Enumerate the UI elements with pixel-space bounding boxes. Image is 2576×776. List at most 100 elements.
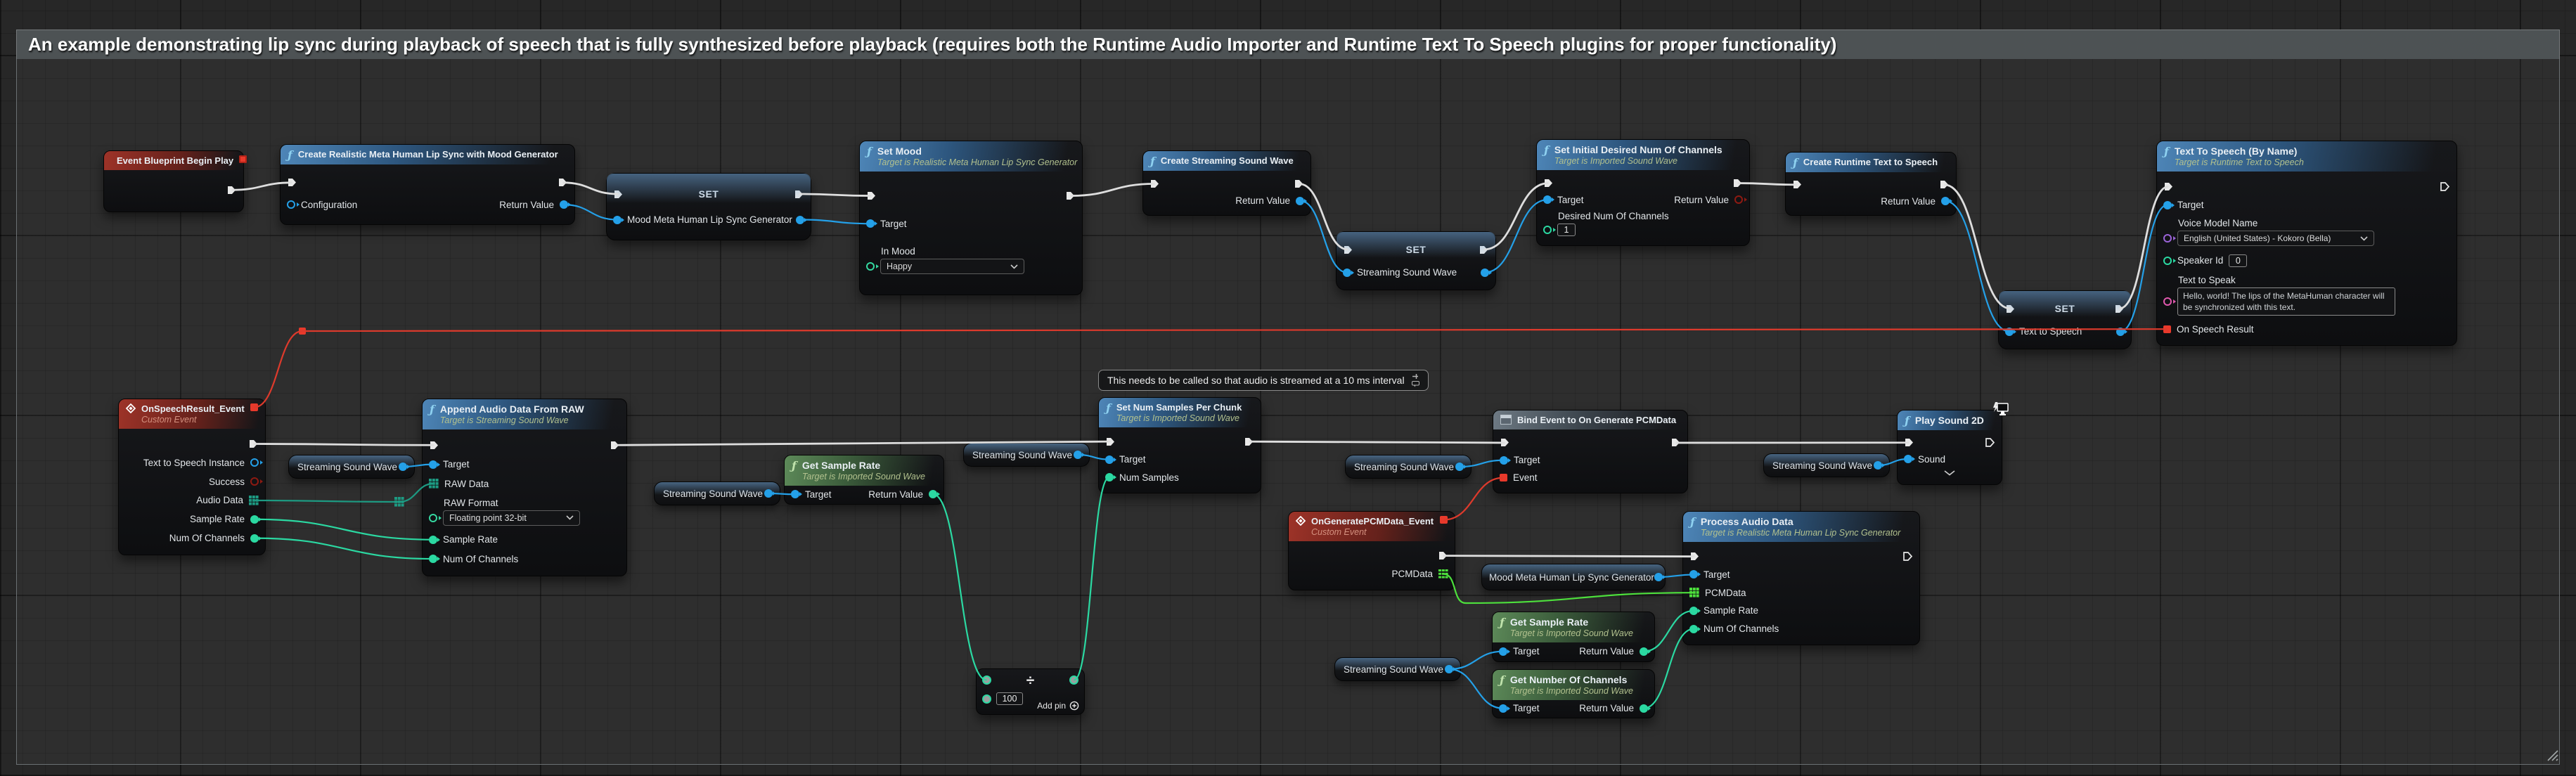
node-set-streaming-sound-wave-variable[interactable]: SET Streaming Sound Wave <box>1336 231 1496 290</box>
node-expander[interactable] <box>1898 470 2002 476</box>
exec-in-pin[interactable] <box>613 189 624 200</box>
node-get-number-of-channels[interactable]: ƒ Get Number Of Channels Target is Impor… <box>1492 669 1655 718</box>
exec-out-pin[interactable] <box>1479 245 1489 255</box>
divide-input-b-pin[interactable] <box>982 694 991 704</box>
variable-out-pin[interactable] <box>1445 665 1453 673</box>
variable-out-pin[interactable] <box>796 216 804 224</box>
comment-resize-handle[interactable] <box>2545 748 2559 762</box>
num-channels-pin[interactable] <box>250 534 259 543</box>
event-delegate-pin[interactable] <box>1440 516 1448 524</box>
configuration-pin[interactable] <box>287 200 295 209</box>
return-value-pin[interactable] <box>929 490 937 498</box>
blueprint-graph-canvas[interactable]: { "graph_comment": "An example demonstra… <box>0 0 2576 776</box>
pcmdata-array-pin[interactable] <box>1438 569 1448 579</box>
exec-out-pin[interactable] <box>558 177 568 188</box>
exec-in-pin[interactable] <box>287 177 297 188</box>
sample-rate-pin[interactable] <box>250 515 259 524</box>
speaker-id-value[interactable]: 0 <box>2229 254 2247 267</box>
target-pin[interactable] <box>429 460 437 469</box>
desired-num-channels-pin[interactable] <box>1543 226 1552 234</box>
exec-in-pin[interactable] <box>1500 437 1510 448</box>
getter-streaming-sound-wave[interactable]: Streaming Sound Wave <box>1763 453 1890 477</box>
exec-out-pin[interactable] <box>1244 436 1254 447</box>
reroute-node-delegate[interactable] <box>299 328 306 335</box>
variable-out-pin[interactable] <box>1074 451 1082 459</box>
exec-in-pin[interactable] <box>1343 245 1353 255</box>
return-value-pin[interactable] <box>1941 197 1950 205</box>
node-divide-operator[interactable]: 100 ÷ Add pin <box>976 668 1085 715</box>
divide-input-a-pin[interactable] <box>982 675 991 685</box>
exec-out-pin[interactable] <box>1985 437 1995 448</box>
raw-data-array-pin[interactable] <box>429 479 439 489</box>
variable-out-pin[interactable] <box>2116 328 2125 336</box>
sample-rate-pin[interactable] <box>429 536 437 544</box>
getter-mood-lipsync-generator[interactable]: Mood Meta Human Lip Sync Generator <box>1481 564 1666 590</box>
node-play-sound-2d[interactable]: ƒ Play Sound 2D Sound <box>1897 410 2002 485</box>
exec-out-pin[interactable] <box>2440 181 2450 192</box>
variable-out-pin[interactable] <box>1874 461 1882 470</box>
text-to-speak-value[interactable]: Hello, world! The lips of the MetaHuman … <box>2177 287 2395 316</box>
event-delegate-pin[interactable] <box>250 403 258 411</box>
divide-b-value[interactable]: 100 <box>996 692 1023 705</box>
getter-streaming-sound-wave[interactable]: Streaming Sound Wave <box>963 443 1090 467</box>
node-on-generate-pcmdata-event[interactable]: OnGeneratePCMData_Event Custom Event PCM… <box>1288 511 1455 590</box>
voice-model-name-pin[interactable] <box>2163 234 2172 242</box>
return-value-pin[interactable] <box>1734 195 1743 204</box>
node-create-runtime-tts[interactable]: ƒ Create Runtime Text to Speech Return V… <box>1785 152 1957 216</box>
divide-output-pin[interactable] <box>1069 675 1078 685</box>
exec-in-pin[interactable] <box>1543 178 1554 188</box>
node-process-audio-data[interactable]: ƒ Process Audio Data Target is Realistic… <box>1682 511 1920 645</box>
getter-streaming-sound-wave[interactable]: Streaming Sound Wave <box>654 481 780 505</box>
tts-instance-pin[interactable] <box>250 458 259 467</box>
node-create-streaming-sound-wave[interactable]: ƒ Create Streaming Sound Wave Return Val… <box>1142 150 1311 216</box>
getter-streaming-sound-wave[interactable]: Streaming Sound Wave <box>288 455 415 479</box>
graph-comment-header[interactable]: An example demonstrating lip sync during… <box>16 30 2560 59</box>
target-pin[interactable] <box>1689 570 1698 578</box>
getter-streaming-sound-wave[interactable]: Streaming Sound Wave <box>1334 657 1461 681</box>
node-set-mood-generator-variable[interactable]: SET Mood Meta Human Lip Sync Generator <box>606 173 811 240</box>
exec-out-pin[interactable] <box>248 439 259 449</box>
variable-out-pin[interactable] <box>1455 463 1464 471</box>
exec-in-pin[interactable] <box>866 190 877 201</box>
success-pin[interactable] <box>250 477 259 486</box>
mood-dropdown[interactable]: Happy <box>880 259 1024 274</box>
target-pin[interactable] <box>1105 455 1114 464</box>
exec-in-pin[interactable] <box>2005 304 2016 314</box>
node-on-speech-result-event[interactable]: OnSpeechResult_Event Custom Event Text t… <box>118 399 266 555</box>
return-value-pin[interactable] <box>1640 647 1648 656</box>
exec-out-pin[interactable] <box>1939 179 1950 190</box>
return-value-pin[interactable] <box>1640 704 1648 713</box>
exec-out-pin[interactable] <box>1438 550 1448 561</box>
exec-out-pin[interactable] <box>1670 437 1681 448</box>
in-mood-pin[interactable] <box>866 262 875 271</box>
variable-out-pin[interactable] <box>399 463 407 471</box>
node-create-lipsync-generator[interactable]: ƒ Create Realistic Meta Human Lip Sync w… <box>280 144 575 225</box>
num-channels-pin[interactable] <box>1689 625 1698 633</box>
exec-out-pin[interactable] <box>1065 190 1076 201</box>
speaker-id-pin[interactable] <box>2163 257 2172 265</box>
audio-data-array-pin[interactable] <box>249 496 259 505</box>
voice-model-dropdown[interactable]: English (United States) - Kokoro (Bella) <box>2177 231 2374 246</box>
exec-in-pin[interactable] <box>2163 181 2174 192</box>
exec-out-pin[interactable] <box>1902 551 1913 562</box>
target-pin[interactable] <box>1499 704 1507 713</box>
variable-out-pin[interactable] <box>1654 573 1663 581</box>
exec-in-pin[interactable] <box>1149 179 1160 189</box>
node-set-mood[interactable]: ƒ Set Mood Target is Realistic Meta Huma… <box>859 141 1083 295</box>
variable-in-pin[interactable] <box>2005 328 2014 336</box>
exec-in-pin[interactable] <box>1689 551 1700 562</box>
return-value-pin[interactable] <box>560 200 568 209</box>
add-pin-button[interactable]: Add pin <box>1037 701 1079 711</box>
pcmdata-array-pin[interactable] <box>1689 588 1699 597</box>
variable-in-pin[interactable] <box>613 216 622 224</box>
node-set-text-to-speech-variable[interactable]: SET Text to Speech <box>1998 290 2132 349</box>
target-pin[interactable] <box>866 219 875 228</box>
exec-in-pin[interactable] <box>1792 179 1803 190</box>
node-set-num-samples-per-chunk[interactable]: ƒ Set Num Samples Per Chunk Target is Im… <box>1098 397 1261 493</box>
exec-out-pin[interactable] <box>1294 179 1304 189</box>
target-pin[interactable] <box>791 490 799 498</box>
sound-pin[interactable] <box>1904 455 1912 463</box>
exec-out-pin[interactable] <box>2114 304 2125 314</box>
exec-in-pin[interactable] <box>429 440 439 451</box>
exec-out-pin[interactable] <box>794 189 804 200</box>
